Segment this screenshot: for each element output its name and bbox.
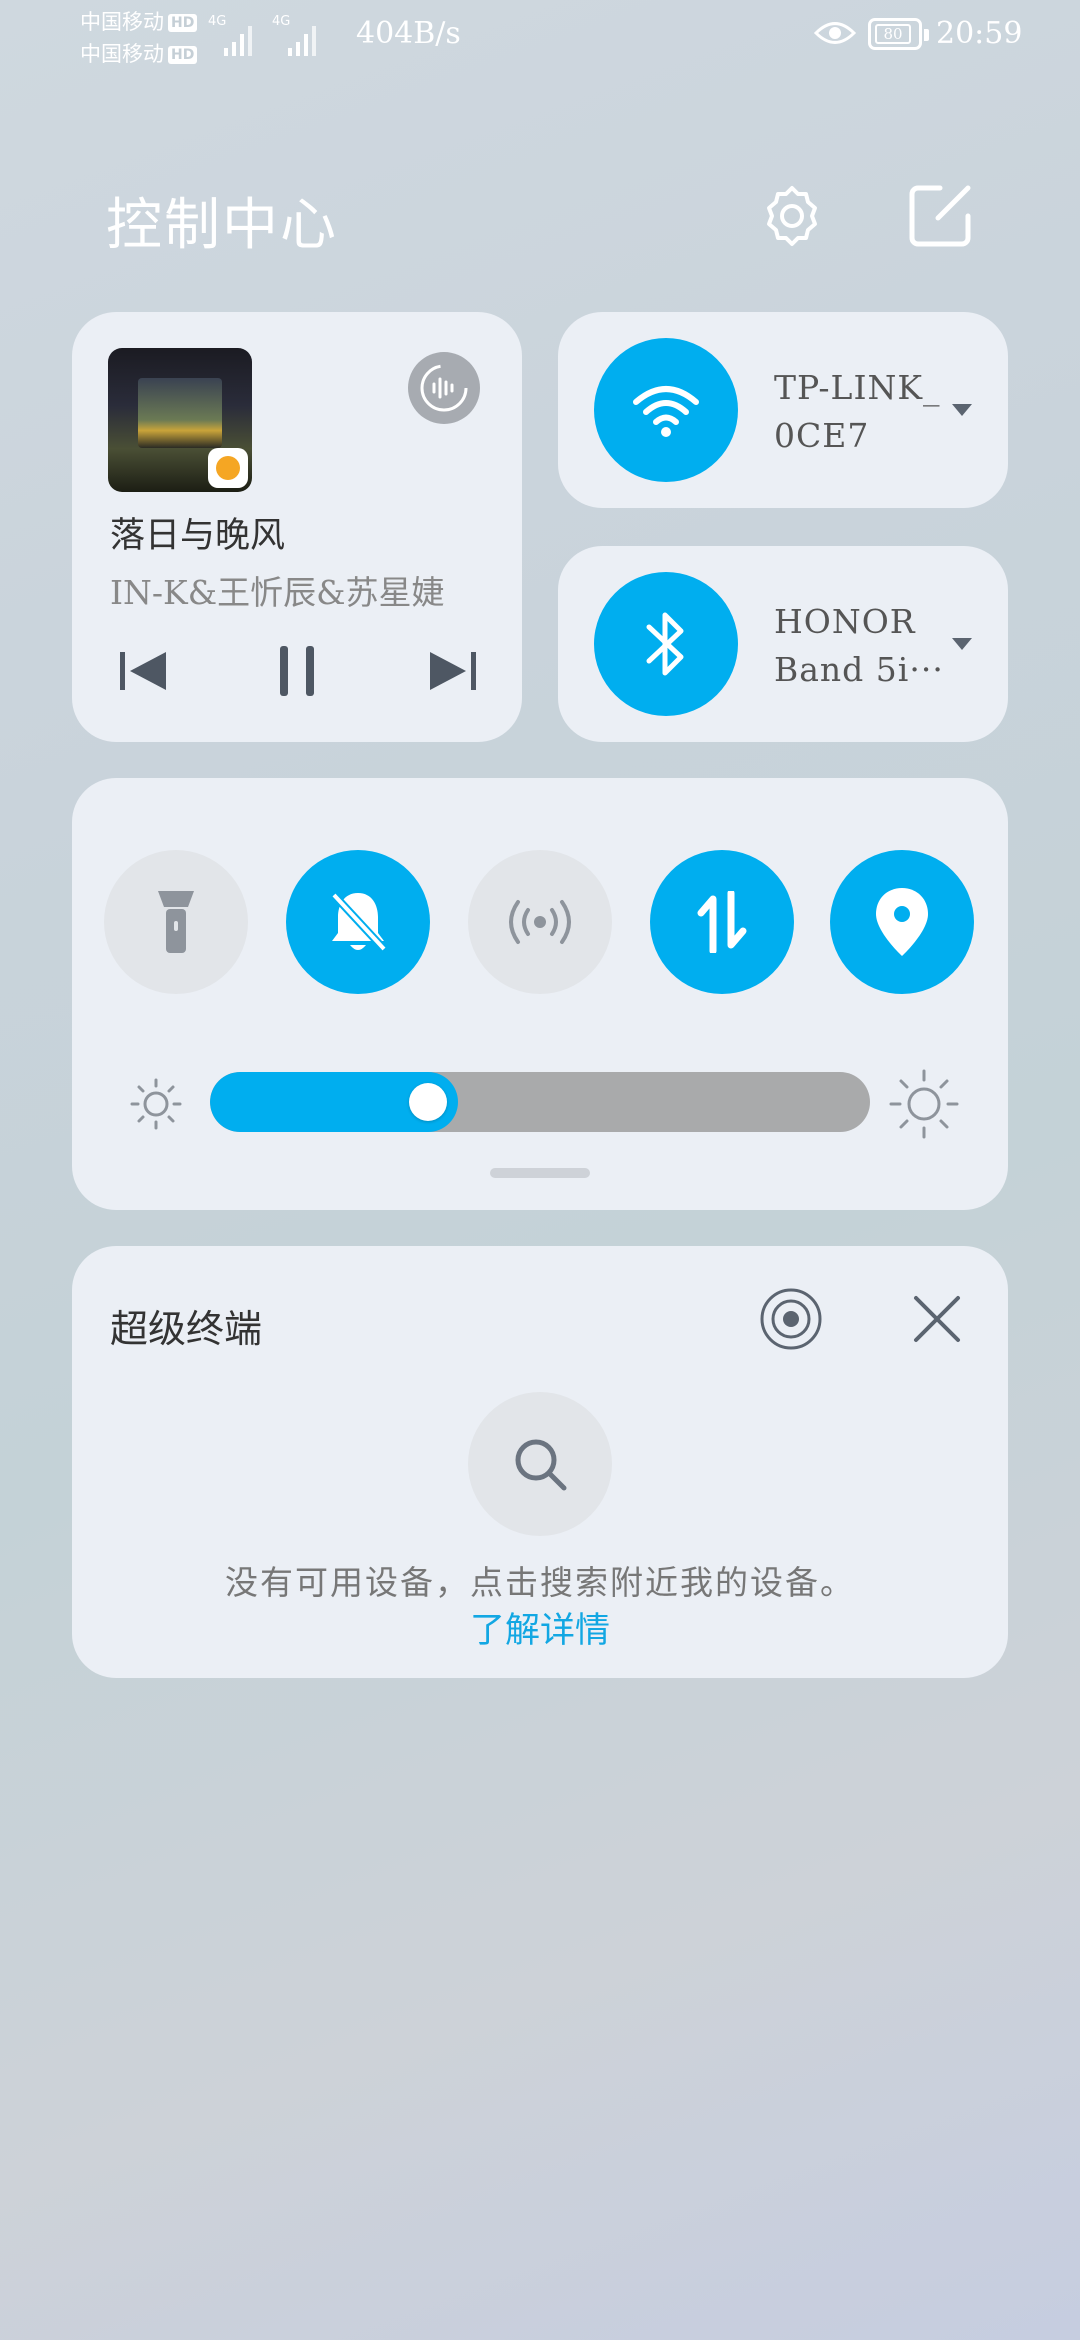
bluetooth-icon (646, 612, 684, 676)
mobile-data-toggle[interactable] (650, 850, 794, 994)
no-device-hint: 没有可用设备，点击搜索附近我的设备。 (225, 1563, 855, 1602)
location-pin-icon (876, 888, 928, 956)
brightness-high-icon (888, 1068, 960, 1144)
drag-handle[interactable] (490, 1168, 590, 1178)
settings-icon[interactable] (758, 182, 826, 250)
location-toggle[interactable] (830, 850, 974, 994)
learn-more-link[interactable]: 了解详情 (0, 1602, 1080, 1653)
hd-badge-2: HD (168, 46, 198, 64)
edit-icon[interactable] (904, 180, 976, 252)
wifi-name-line2: 0CE7 (774, 416, 870, 455)
clock: 20:59 (936, 16, 1023, 51)
bluetooth-toggle[interactable] (594, 572, 738, 716)
battery-icon: 80 (868, 18, 929, 50)
mute-toggle[interactable] (286, 850, 430, 994)
flashlight-toggle[interactable] (104, 850, 248, 994)
pause-button[interactable] (278, 646, 316, 696)
carrier-2: 中国移动 HD (80, 38, 198, 68)
carrier-1: 中国移动 HD (80, 6, 198, 36)
brightness-low-icon (128, 1076, 184, 1136)
brightness-knob[interactable] (409, 1083, 447, 1121)
wifi-expand-icon[interactable] (950, 402, 974, 422)
bt-name-line2: Band 5i··· (774, 650, 944, 689)
bt-name-line1: HONOR (774, 602, 916, 641)
super-device-title: 超级终端 (110, 1307, 263, 1351)
music-app-icon (208, 448, 248, 488)
eye-comfort-icon (813, 18, 857, 52)
hotspot-toggle[interactable] (468, 850, 612, 994)
data-transfer-icon (697, 891, 747, 953)
next-track-button[interactable] (426, 648, 478, 694)
carrier-1-label: 中国移动 (80, 10, 164, 34)
radar-icon[interactable] (758, 1286, 824, 1356)
wifi-name-line1: TP-LINK_ (774, 368, 941, 407)
quick-toggles-card (72, 778, 1008, 1210)
previous-track-button[interactable] (118, 648, 170, 694)
page-title: 控制中心 (106, 193, 338, 258)
hotspot-icon (509, 900, 571, 944)
song-artist: IN-K&王忻辰&苏星婕 (110, 573, 445, 612)
wifi-toggle[interactable] (594, 338, 738, 482)
close-icon[interactable] (912, 1294, 962, 1348)
song-title: 落日与晚风 (110, 516, 286, 556)
carrier-2-label: 中国移动 (80, 42, 164, 66)
search-devices-button[interactable] (468, 1392, 612, 1536)
audio-output-icon[interactable] (408, 352, 480, 424)
wifi-icon (633, 386, 699, 437)
bluetooth-device-name: HONOR Band 5i··· (774, 598, 944, 694)
brightness-slider[interactable] (210, 1072, 870, 1132)
wifi-network-name: TP-LINK_ 0CE7 (774, 364, 941, 460)
bluetooth-expand-icon[interactable] (950, 636, 974, 656)
search-icon (515, 1439, 567, 1491)
flashlight-icon (158, 891, 194, 953)
battery-level: 80 (875, 24, 911, 44)
bell-off-icon (331, 892, 387, 952)
network-speed: 404B/s (356, 16, 461, 51)
hd-badge: HD (168, 14, 198, 32)
album-art (108, 348, 252, 492)
